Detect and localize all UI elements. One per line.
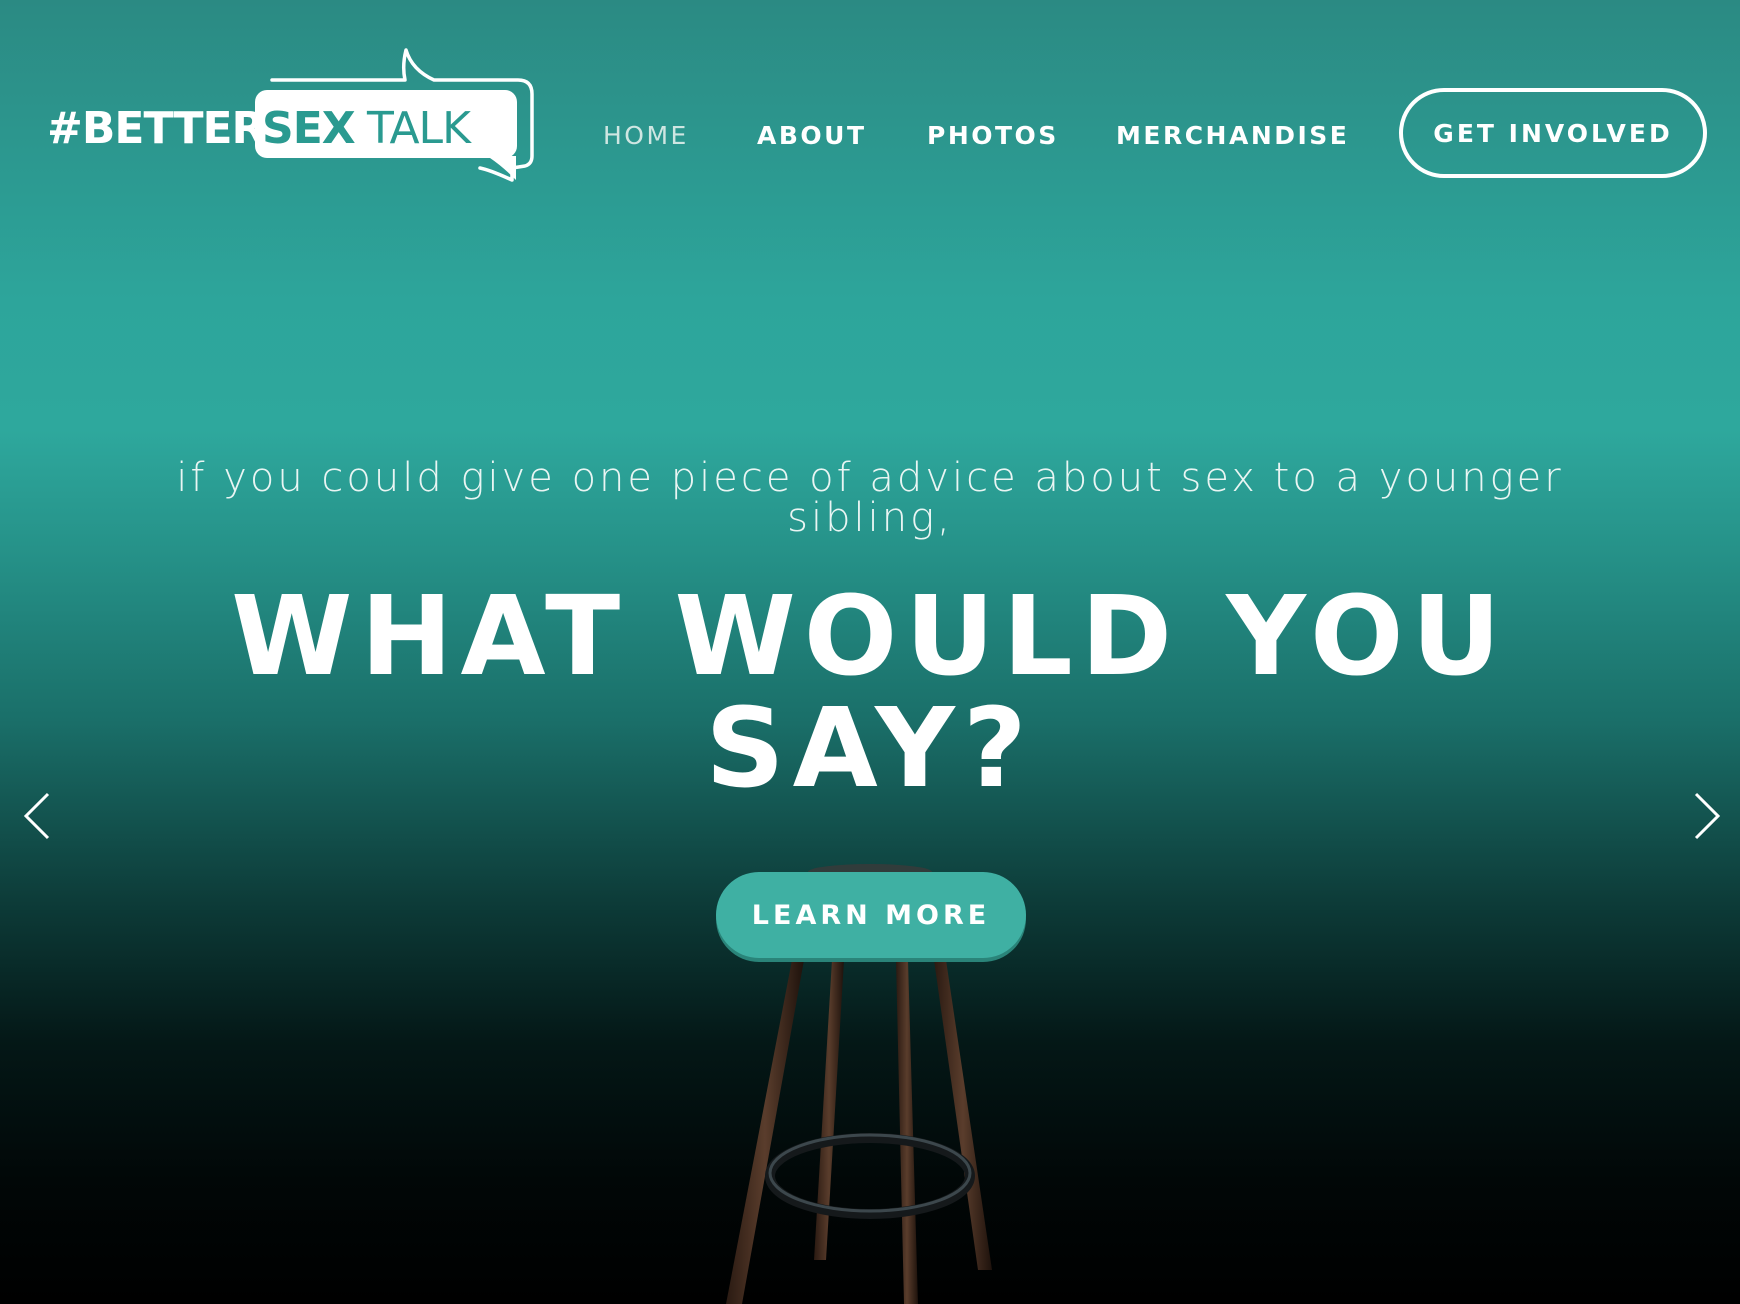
learn-more-button[interactable]: LEARN MORE bbox=[716, 872, 1026, 958]
logo-hashtag-text: #BETTER bbox=[50, 103, 265, 154]
hero-section: #BETTER SEX TALK HOME ABOUT PHOTOS MERCH… bbox=[0, 0, 1740, 1304]
hero-subtitle-line-2: sibling, bbox=[787, 495, 953, 541]
logo-sex-text: SEX bbox=[262, 103, 356, 154]
nav-merchandise[interactable]: MERCHANDISE bbox=[1116, 118, 1349, 154]
better-sex-talk-logo[interactable]: #BETTER SEX TALK bbox=[50, 48, 540, 203]
hero-headline-line-2: SAY? bbox=[705, 684, 1035, 812]
get-involved-button[interactable]: GET INVOLVED bbox=[1399, 88, 1707, 178]
hero-subtitle-line-1: if you could give one piece of advice ab… bbox=[176, 455, 1564, 501]
nav-photos[interactable]: PHOTOS bbox=[927, 118, 1059, 154]
hero-subtitle: if you could give one piece of advice ab… bbox=[170, 458, 1570, 538]
chevron-left-icon[interactable] bbox=[18, 790, 58, 842]
nav-about[interactable]: ABOUT bbox=[757, 118, 867, 154]
chevron-right-icon[interactable] bbox=[1686, 790, 1726, 842]
nav-home[interactable]: HOME bbox=[603, 118, 689, 154]
hero-headline-line-1: WHAT WOULD YOU bbox=[231, 572, 1509, 700]
hero-headline: WHAT WOULD YOU SAY? bbox=[120, 580, 1620, 804]
logo-talk-text: TALK bbox=[366, 103, 472, 154]
